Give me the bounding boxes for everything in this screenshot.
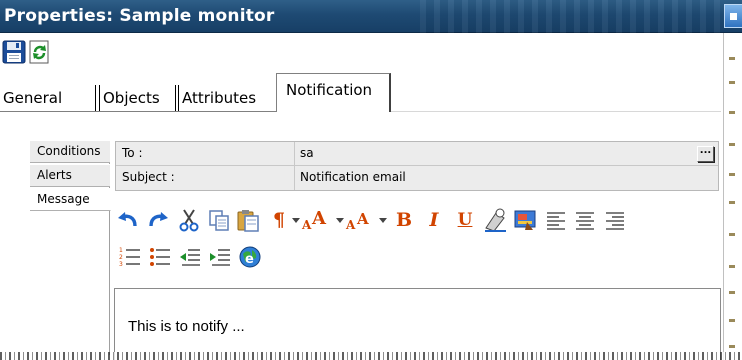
highlight-color-icon[interactable] — [512, 207, 538, 233]
tab-general[interactable]: General — [0, 85, 96, 112]
refresh-icon[interactable] — [28, 40, 54, 66]
tab-attributes[interactable]: Attributes — [178, 85, 276, 112]
browse-recipients-button[interactable]: ... — [697, 146, 714, 162]
side-tab-conditions[interactable]: Conditions — [30, 140, 110, 163]
to-row: To : sa ... — [116, 142, 718, 166]
side-tabs: Conditions Alerts Message — [30, 140, 111, 355]
tab-notification[interactable]: Notification — [276, 73, 391, 112]
message-form: To : sa ... Subject : Notification email — [115, 141, 719, 191]
to-label: To : — [122, 146, 143, 160]
tab-divider-right — [391, 111, 721, 112]
window-control-button[interactable] — [724, 4, 742, 28]
adjacent-window-edge — [723, 33, 742, 360]
redo-icon[interactable] — [145, 207, 171, 233]
svg-text:A: A — [301, 218, 312, 232]
svg-text:A: A — [345, 218, 356, 232]
copy-icon[interactable] — [206, 207, 232, 233]
cut-icon[interactable] — [176, 207, 202, 233]
column-separator — [294, 166, 295, 190]
side-tab-message[interactable]: Message — [30, 188, 111, 211]
font-size-dropdown-icon[interactable] — [376, 207, 390, 233]
svg-text:1: 1 — [119, 247, 123, 254]
numbered-list-icon[interactable]: 123 — [117, 244, 143, 270]
tab-strip: General Objects Attributes Notification — [0, 73, 742, 112]
screenshot-bottom-edge — [0, 352, 742, 360]
save-icon[interactable] — [2, 40, 28, 66]
subject-row: Subject : Notification email — [116, 166, 718, 190]
main-toolbar — [0, 33, 742, 73]
undo-icon[interactable] — [115, 207, 141, 233]
subject-label: Subject : — [122, 170, 175, 184]
window-title: Properties: Sample monitor — [4, 6, 275, 26]
svg-text:A: A — [356, 210, 369, 228]
svg-text:e: e — [245, 252, 254, 267]
side-tab-alerts[interactable]: Alerts — [30, 164, 110, 187]
to-field[interactable]: sa — [300, 146, 314, 160]
align-right-icon[interactable] — [602, 207, 628, 233]
font-size-increase-icon[interactable]: A A — [301, 207, 335, 233]
clear-format-icon[interactable] — [482, 207, 508, 233]
outdent-icon[interactable] — [177, 244, 203, 270]
bold-icon[interactable]: B — [391, 207, 417, 233]
align-center-icon[interactable] — [572, 207, 598, 233]
message-body[interactable]: This is to notify ... — [128, 318, 245, 335]
indent-icon[interactable] — [207, 244, 233, 270]
font-size-decrease-icon[interactable]: A A — [345, 207, 377, 233]
svg-text:3: 3 — [119, 261, 123, 268]
insert-link-icon[interactable]: e — [237, 244, 263, 270]
italic-icon[interactable]: I — [421, 207, 447, 233]
tab-objects[interactable]: Objects — [99, 85, 176, 112]
paste-icon[interactable] — [235, 207, 261, 233]
message-editor[interactable]: This is to notify ... — [114, 288, 721, 360]
align-left-icon[interactable] — [543, 207, 569, 233]
svg-text:2: 2 — [119, 254, 123, 261]
bullet-list-icon[interactable] — [147, 244, 173, 270]
column-separator — [294, 142, 295, 166]
title-bar: Properties: Sample monitor — [0, 0, 742, 33]
underline-icon[interactable]: U — [452, 207, 478, 233]
editor-toolbar: ¶ A A A A B I U 123 e — [113, 204, 723, 284]
tab-divider — [0, 111, 276, 112]
svg-text:A: A — [311, 208, 327, 229]
subject-field[interactable]: Notification email — [300, 170, 406, 184]
title-bar-texture — [420, 0, 720, 33]
